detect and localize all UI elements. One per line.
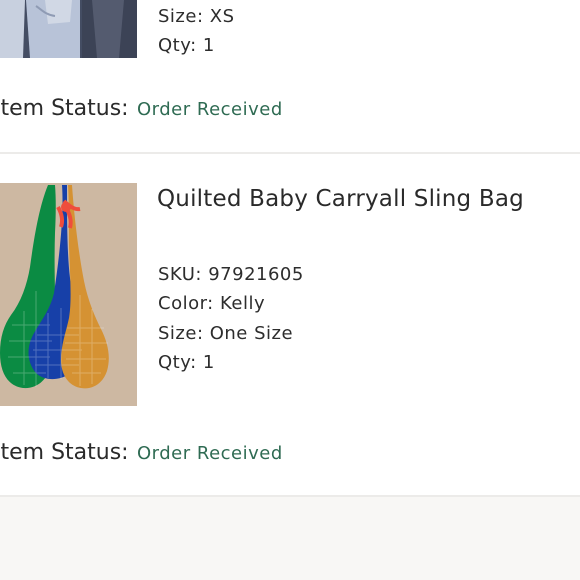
- product-thumbnail[interactable]: [0, 0, 137, 58]
- page-footer-area: [0, 497, 580, 580]
- quilted-sling-bags-image-icon: [0, 183, 137, 406]
- item-status-label: Item Status:: [0, 440, 129, 465]
- order-item-card: Size: XS Qty: 1 Item Status: Order Recei…: [0, 0, 580, 153]
- item-color: Color: Kelly: [158, 293, 266, 314]
- item-size: Size: One Size: [158, 323, 294, 344]
- item-status-value: Order Received: [137, 443, 283, 464]
- item-status-value: Order Received: [137, 99, 283, 120]
- item-sku: SKU: 97921605: [158, 264, 304, 285]
- product-thumbnail[interactable]: [0, 183, 137, 406]
- jeans-image-icon: [0, 0, 137, 58]
- item-status-label: Item Status:: [0, 96, 129, 121]
- product-title[interactable]: Quilted Baby Carryall Sling Bag: [157, 184, 524, 214]
- order-item-card: Quilted Baby Carryall Sling Bag SKU: 979…: [0, 154, 580, 496]
- item-quantity: Qty: 1: [158, 35, 215, 56]
- item-quantity: Qty: 1: [158, 352, 215, 373]
- item-size: Size: XS: [158, 6, 235, 27]
